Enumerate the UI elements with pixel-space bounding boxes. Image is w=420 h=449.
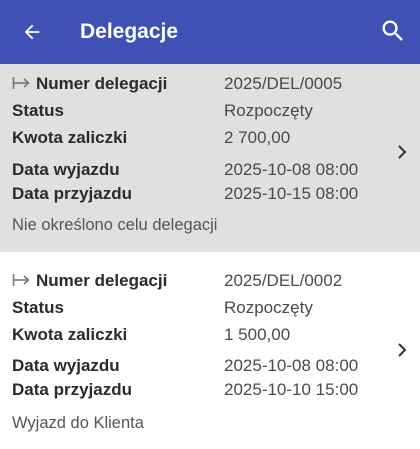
- status-value: Rozpoczęty: [224, 101, 313, 120]
- arrival-label: Data przyjazdu: [12, 184, 132, 203]
- chevron-right-icon[interactable]: [392, 142, 412, 162]
- departure-label: Data wyjazdu: [12, 356, 120, 375]
- advance-value: 1 500,00: [224, 325, 291, 344]
- page-title: Delegacje: [80, 20, 179, 43]
- open-arrow-icon: [12, 77, 30, 90]
- arrival-value: 2025-10-10 15:00: [224, 380, 359, 399]
- number-value: 2025/DEL/0005: [224, 74, 343, 93]
- app-bar: Delegacje: [0, 0, 420, 64]
- status-label: Status: [12, 101, 64, 120]
- back-button[interactable]: [18, 18, 46, 46]
- number-label: Numer delegacji: [36, 74, 168, 93]
- departure-value: 2025-10-08 08:00: [224, 160, 359, 179]
- arrival-value: 2025-10-15 08:00: [224, 184, 359, 203]
- delegation-card[interactable]: Numer delegacji 2025/DEL/0005 Status Roz…: [0, 64, 420, 252]
- purpose-text: Wyjazd do Klienta: [12, 414, 144, 432]
- open-arrow-icon: [12, 274, 30, 287]
- advance-label: Kwota zaliczki: [12, 128, 128, 147]
- status-value: Rozpoczęty: [224, 298, 313, 317]
- purpose-text: Nie określono celu delegacji: [12, 216, 218, 234]
- advance-value: 2 700,00: [224, 128, 291, 147]
- arrival-label: Data przyjazdu: [12, 380, 132, 399]
- number-value: 2025/DEL/0002: [224, 271, 343, 290]
- departure-label: Data wyjazdu: [12, 160, 120, 179]
- departure-value: 2025-10-08 08:00: [224, 356, 359, 375]
- search-button[interactable]: [378, 16, 408, 46]
- arrow-left-icon: [24, 24, 40, 40]
- status-label: Status: [12, 298, 64, 317]
- chevron-right-icon[interactable]: [392, 340, 412, 360]
- number-label: Numer delegacji: [36, 271, 168, 290]
- delegation-card[interactable]: Numer delegacji 2025/DEL/0002 Status Roz…: [0, 252, 420, 449]
- advance-label: Kwota zaliczki: [12, 325, 128, 344]
- search-icon: [382, 20, 403, 41]
